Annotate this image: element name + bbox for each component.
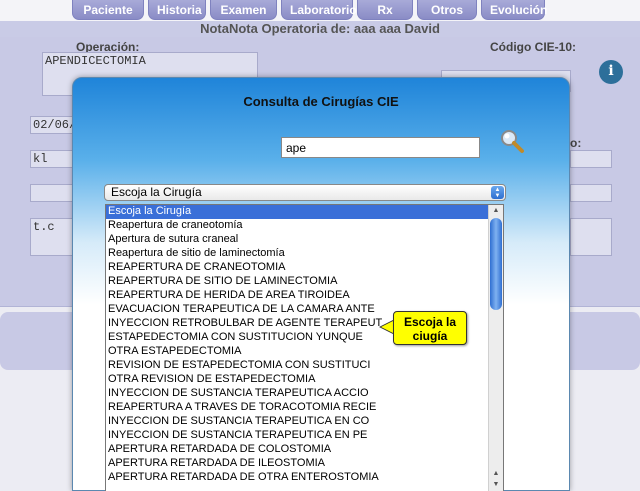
tab-paciente[interactable]: Paciente [72,0,144,20]
right-field-1[interactable] [570,150,612,168]
list-item[interactable]: Reapertura de sitio de laminectomía [106,247,489,261]
tab-examen[interactable]: Examen [210,0,277,20]
info-icon[interactable]: i [599,60,623,84]
list-item[interactable]: INYECCION DE SUSTANCIA TERAPEUTICA EN PE [106,429,489,443]
list-item[interactable]: Reapertura de craneotomía [106,219,489,233]
list-item[interactable]: REVISION DE ESTAPEDECTOMIA CON SUSTITUCI [106,359,489,373]
tooltip-pointer-fill [381,321,393,333]
tc-field[interactable]: t.c [30,218,74,256]
tab-laboratorio[interactable]: Laboratorio [281,0,357,20]
list-item[interactable]: APERTURA RETARDADA DE ILEOSTOMIA [106,457,489,471]
scrollbar-thumb[interactable] [490,218,502,310]
list-item[interactable]: Apertura de sutura craneal [106,233,489,247]
tab-historia[interactable]: Historia [148,0,206,20]
tab-otros[interactable]: Otros [417,0,477,20]
options-container: Escoja la Cirugía Reapertura de craneotom… [106,205,489,485]
select-tooltip: Escoja la ciugía [393,311,467,345]
cie-search-modal: Consulta de Cirugías CIE Escoja la Cirug… [72,77,570,491]
tab-evolucion[interactable]: Evolución [481,0,547,20]
partial-label: o: [570,136,582,150]
empty-field[interactable] [30,184,74,202]
list-item[interactable]: OTRA REVISION DE ESTAPEDECTOMIA [106,373,489,387]
list-item[interactable]: REAPERTURA DE CRANEOTOMIA [106,261,489,275]
tab-bar: Paciente Historia Examen Laboratorio Rx … [72,0,549,21]
scroll-down-icon[interactable]: ▼ [490,479,502,490]
right-field-3[interactable] [570,218,612,256]
chevron-updown-icon: ▲ ▼ [491,186,504,199]
right-field-2[interactable] [570,184,612,202]
page-title: NotaNota Operatoria de: aaa aaa David [0,21,640,37]
scrollbar[interactable]: ▲ ▲ ▼ [488,205,503,491]
surgery-select-value: Escoja la Cirugía [111,185,202,199]
list-item[interactable]: INYECCION DE SUSTANCIA TERAPEUTICA ACCIO [106,387,489,401]
list-item[interactable]: APERTURA RETARDADA DE COLOSTOMIA [106,443,489,457]
surgery-options-list[interactable]: Escoja la Cirugía Reapertura de craneotom… [105,204,504,491]
list-item[interactable]: REAPERTURA DE HERIDA DE AREA TIROIDEA [106,289,489,303]
modal-title: Consulta de Cirugías CIE [243,94,399,109]
scroll-up-icon[interactable]: ▲ [490,205,502,216]
surgery-select[interactable]: Escoja la Cirugía ▲ ▼ [104,184,506,201]
codigo-cie-label: Código CIE-10: [490,40,576,54]
date-field[interactable]: 02/06/ [30,116,76,134]
scroll-up-icon-bottom[interactable]: ▲ [490,468,502,479]
list-item[interactable]: Escoja la Cirugía [106,205,489,219]
list-item[interactable]: OTRA ESTAPEDECTOMIA [106,345,489,359]
list-item[interactable]: REAPERTURA DE SITIO DE LAMINECTOMIA [106,275,489,289]
search-input[interactable] [281,137,480,158]
list-item[interactable]: APERTURA RETARDADA DE OTRA ENTEROSTOMIA [106,471,489,485]
kl-field[interactable]: kl [30,150,74,168]
search-icon[interactable] [499,128,525,154]
tab-rx[interactable]: Rx [357,0,413,20]
list-item[interactable]: INYECCION DE SUSTANCIA TERAPEUTICA EN CO [106,415,489,429]
list-item[interactable]: REAPERTURA A TRAVES DE TORACOTOMIA RECIE [106,401,489,415]
